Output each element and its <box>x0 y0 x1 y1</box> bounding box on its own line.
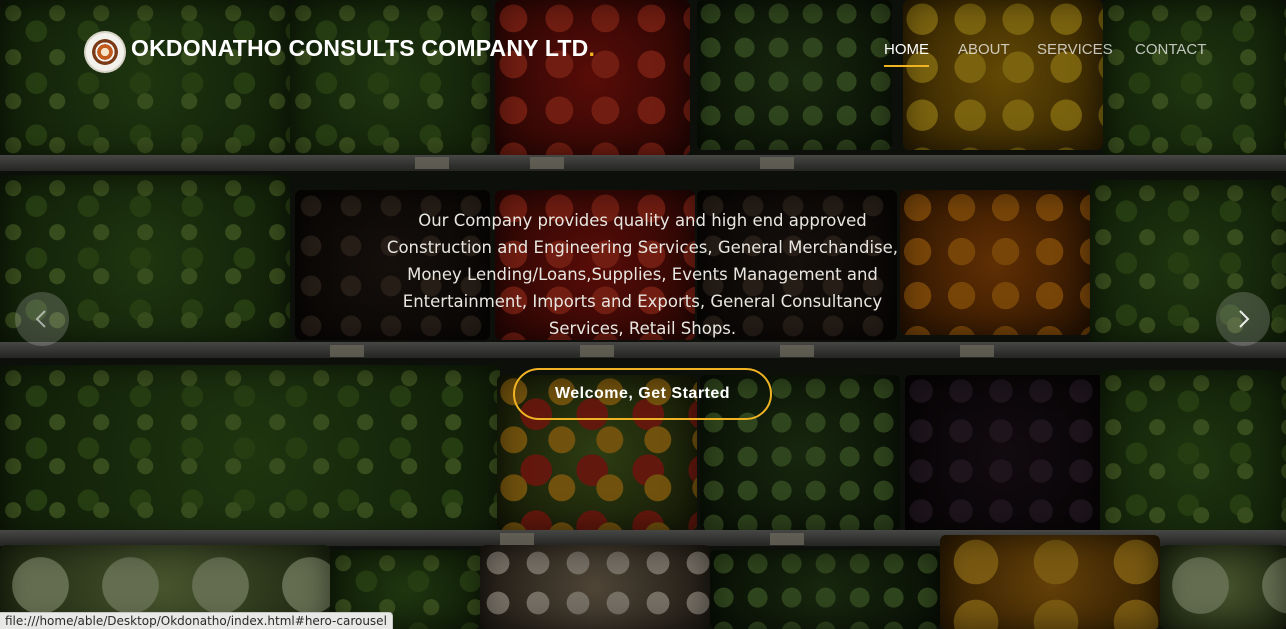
nav-services-link[interactable]: SERVICES <box>1037 41 1113 65</box>
chevron-right-icon <box>1239 310 1250 328</box>
nav-about-link[interactable]: ABOUT <box>958 41 1010 65</box>
nav-contact-link[interactable]: CONTACT <box>1135 41 1206 65</box>
chevron-left-icon <box>35 310 46 328</box>
browser-status-bar-url: file:///home/able/Desktop/Okdonatho/inde… <box>0 612 393 629</box>
main-navigation: HOME ABOUT SERVICES CONTACT <box>0 41 1286 71</box>
get-started-button[interactable]: Welcome, Get Started <box>513 368 772 420</box>
hero-description: Our Company provides quality and high en… <box>386 211 899 338</box>
carousel-next-button[interactable] <box>1216 292 1270 346</box>
nav-home-link[interactable]: HOME <box>884 41 929 67</box>
carousel-prev-button[interactable] <box>15 292 69 346</box>
